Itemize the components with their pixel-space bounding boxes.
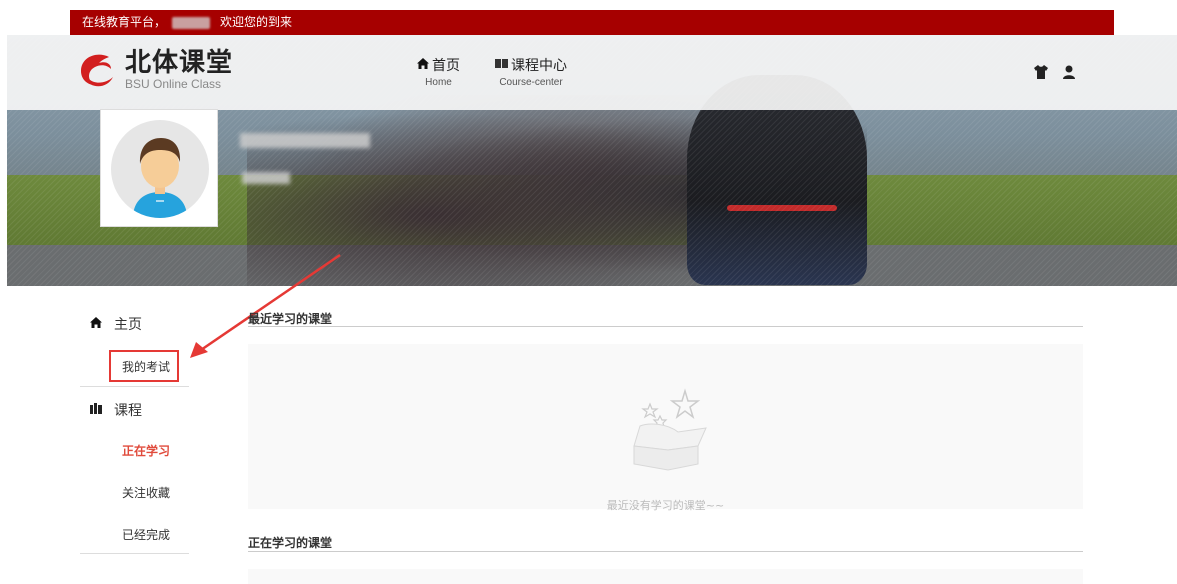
- studying-classes-title: 正在学习的课堂: [248, 536, 333, 550]
- recent-classes-panel: 最近没有学习的课堂~~: [248, 344, 1083, 512]
- recent-classes-title: 最近学习的课堂: [248, 312, 333, 326]
- recent-classes-divider: [248, 326, 1083, 327]
- studying-classes-divider: [248, 551, 1083, 552]
- studying-classes-panel: [248, 569, 1083, 584]
- recent-classes-empty-text: 最近没有学习的课堂~~: [606, 499, 725, 512]
- empty-box-icon: [620, 386, 720, 485]
